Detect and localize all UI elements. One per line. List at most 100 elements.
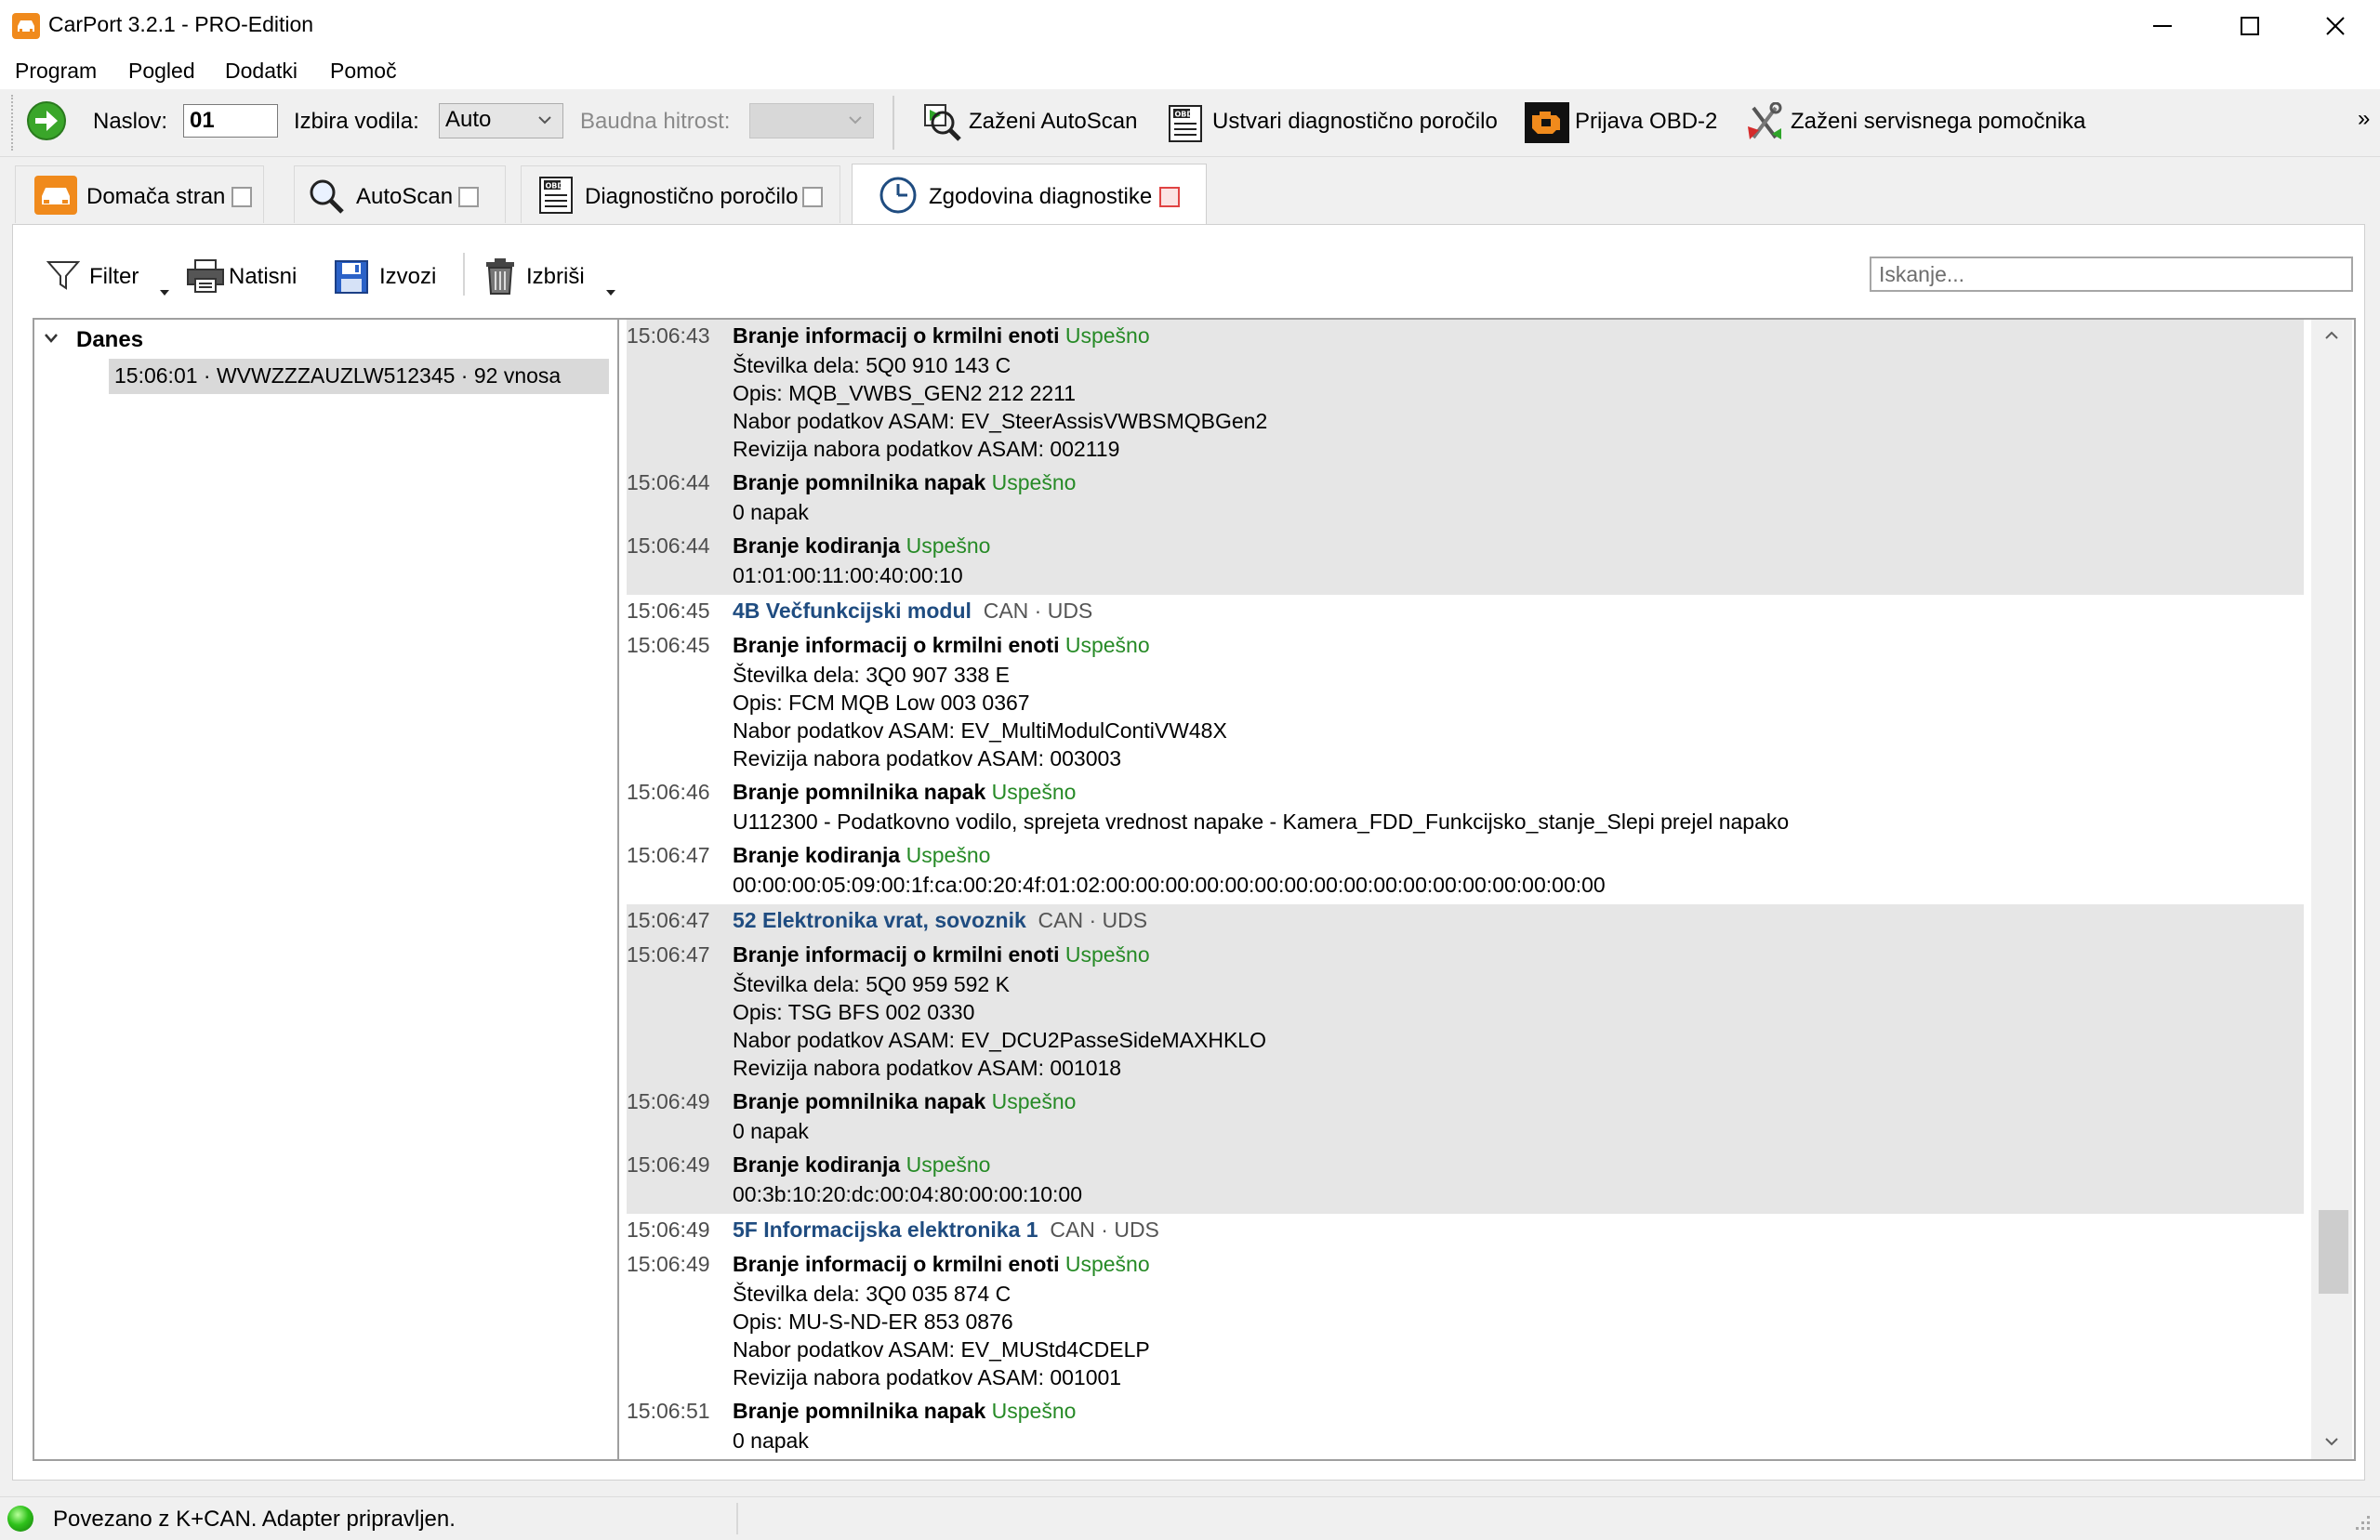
log-group: 15:06:45 4B Večfunkcijski modul CAN · UDS… [627, 595, 2304, 904]
baud-label: Baudna hitrost: [580, 109, 731, 134]
resize-grip-icon[interactable] [2352, 1512, 2373, 1533]
tab-diagnostic-report-close-button[interactable] [802, 187, 823, 207]
status-text: Povezano z K+CAN. Adapter pripravljen. [53, 1507, 456, 1532]
log-detail-text: Revizija nabora podatkov ASAM: 003003 [733, 746, 1122, 770]
log-detail-text: Nabor podatkov ASAM: EV_MultiModulContiV… [733, 718, 1227, 743]
print-button[interactable]: Natisni [182, 251, 307, 297]
timestamp: 15:06:47 [627, 908, 710, 932]
service-assistant-button[interactable]: Zaženi servisnega pomočnika [1742, 99, 2114, 147]
module-name: 5F Informacijska elektronika 1 [733, 1218, 1038, 1242]
menu-pomoc[interactable]: Pomoč [330, 59, 397, 84]
export-label: Izvozi [379, 264, 437, 289]
minimize-button[interactable] [2120, 0, 2205, 52]
maximize-button[interactable] [2207, 0, 2293, 52]
toolbar-overflow-button[interactable]: » [2358, 106, 2370, 132]
log-entry-title: Branje kodiranja [733, 843, 901, 867]
log-content: 15:06:43 Branje informacij o krmilni enot… [619, 320, 2311, 1459]
log-entry-text: Branje pomnilnika napak Uspešno [733, 780, 1076, 805]
menu-dodatki[interactable]: Dodatki [225, 59, 298, 84]
module-name: 4B Večfunkcijski modul [733, 599, 972, 623]
module-protocol: CAN · UDS [983, 599, 1093, 623]
autoscan-button[interactable]: Zaženi AutoScan [920, 99, 1144, 147]
vertical-scrollbar[interactable] [2311, 320, 2352, 1459]
tab-autoscan[interactable]: AutoScan [294, 165, 506, 223]
clock-icon [879, 177, 917, 214]
delete-button[interactable]: Izbriši [478, 251, 627, 297]
export-button[interactable]: Izvozi [329, 251, 450, 297]
tab-autoscan-close-button[interactable] [458, 187, 479, 207]
obd-report-icon: OBD [1169, 105, 1202, 142]
log-entry-text: Branje pomnilnika napak Uspešno [733, 1089, 1076, 1114]
search-input[interactable]: Iskanje... [1870, 257, 2353, 292]
log-detail-text: 0 napak [733, 1119, 809, 1143]
close-button[interactable] [2293, 0, 2378, 52]
engine-check-icon [1525, 102, 1569, 143]
obd-login-button[interactable]: Prijava OBD-2 [1525, 99, 1729, 147]
address-input[interactable]: 01 [183, 104, 278, 138]
scroll-up-icon[interactable] [2324, 331, 2339, 340]
log-detail-text: Nabor podatkov ASAM: EV_MUStd4CDELP [733, 1337, 1150, 1362]
timestamp: 15:06:49 [627, 1252, 710, 1276]
tab-home[interactable]: Domača stran [15, 165, 264, 223]
log-view[interactable]: 15:06:43 Branje informacij o krmilni enot… [617, 318, 2356, 1461]
delete-label: Izbriši [526, 264, 585, 289]
scrollbar-thumb[interactable] [2319, 1210, 2348, 1294]
history-panel: Filter Natisni Izvozi Izbriši Iskanje...… [12, 224, 2365, 1481]
log-detail-text: 0 napak [733, 500, 809, 524]
main-toolbar: Naslov: 01 Izbira vodila: Auto Baudna hi… [0, 89, 2380, 157]
tab-diagnostic-history[interactable]: Zgodovina diagnostike [852, 164, 1207, 225]
filter-button[interactable]: Filter [43, 253, 173, 299]
log-entry-status: Uspešno [991, 780, 1077, 804]
timestamp: 15:06:49 [627, 1152, 710, 1177]
svg-text:OBD: OBD [546, 182, 564, 191]
bus-label: Izbira vodila: [294, 109, 419, 134]
chevron-down-icon[interactable] [44, 333, 59, 344]
log-group: 15:06:47 52 Elektronika vrat, sovoznik CA… [627, 904, 2304, 1214]
module-header-text: 5F Informacijska elektronika 1 CAN · UDS [733, 1218, 1159, 1243]
log-entry-text: Branje pomnilnika napak Uspešno [733, 470, 1076, 495]
log-entry-text: Branje kodiranja Uspešno [733, 1152, 990, 1178]
log-entry-status: Uspešno [1064, 942, 1150, 967]
bus-select[interactable]: Auto [439, 103, 563, 138]
tab-home-close-button[interactable] [231, 187, 252, 207]
log-detail-text: Opis: TSG BFS 002 0330 [733, 1000, 975, 1024]
service-assistant-label: Zaženi servisnega pomočnika [1791, 109, 2086, 134]
connect-button[interactable] [26, 100, 67, 141]
toolbar-separator [892, 96, 894, 150]
log-detail-text: Opis: FCM MQB Low 003 0367 [733, 691, 1030, 715]
log-detail-text: Opis: MU-S-ND-ER 853 0876 [733, 1310, 1013, 1334]
log-detail-text: Opis: MQB_VWBS_GEN2 212 2211 [733, 381, 1077, 405]
log-detail-text: Številka dela: 3Q0 035 874 C [733, 1282, 1012, 1306]
scroll-down-icon[interactable] [2324, 1437, 2339, 1446]
history-tree: Danes 15:06:01 · WVWZZZAUZLW512345 · 92 … [33, 318, 622, 1461]
chevron-down-icon [538, 116, 551, 125]
timestamp: 15:06:43 [627, 323, 710, 348]
address-label: Naslov: [93, 109, 168, 134]
menu-program[interactable]: Program [15, 59, 97, 84]
create-report-button[interactable]: OBD Ustvari diagnostično poročilo [1166, 99, 1501, 147]
window-title: CarPort 3.2.1 - PRO-Edition [48, 12, 314, 36]
log-detail-text: Revizija nabora podatkov ASAM: 002119 [733, 437, 1120, 461]
log-entry-title: Branje pomnilnika napak [733, 1399, 986, 1423]
log-entry-title: Branje pomnilnika napak [733, 1089, 986, 1113]
toolbar-grip[interactable] [11, 95, 18, 151]
tab-diagnostic-history-label: Zgodovina diagnostike [929, 184, 1153, 209]
timestamp: 15:06:46 [627, 780, 710, 804]
log-detail-text: 01:01:00:11:00:40:00:10 [733, 563, 963, 587]
tab-diagnostic-report[interactable]: OBD Diagnostično poročilo [521, 165, 840, 223]
toolbar-separator [463, 253, 465, 296]
log-entry-status: Uspešno [1064, 323, 1150, 348]
module-header-text: 4B Večfunkcijski modul CAN · UDS [733, 599, 1092, 624]
log-entry-text: Branje kodiranja Uspešno [733, 533, 990, 559]
tree-group-today[interactable]: Danes [76, 327, 143, 353]
filter-label: Filter [89, 264, 139, 289]
tab-diagnostic-history-close-button[interactable] [1159, 187, 1180, 207]
baud-select[interactable] [749, 103, 874, 138]
module-name: 52 Elektronika vrat, sovoznik [733, 908, 1026, 932]
menu-pogled[interactable]: Pogled [128, 59, 195, 84]
maximize-icon [2241, 17, 2259, 35]
funnel-icon [46, 261, 80, 290]
tree-item-session[interactable]: 15:06:01 · WVWZZZAUZLW512345 · 92 vnosa [109, 359, 609, 394]
log-entry-title: Branje informacij o krmilni enoti [733, 942, 1060, 967]
log-entry-text: Branje informacij o krmilni enoti Uspešn… [733, 942, 1150, 967]
